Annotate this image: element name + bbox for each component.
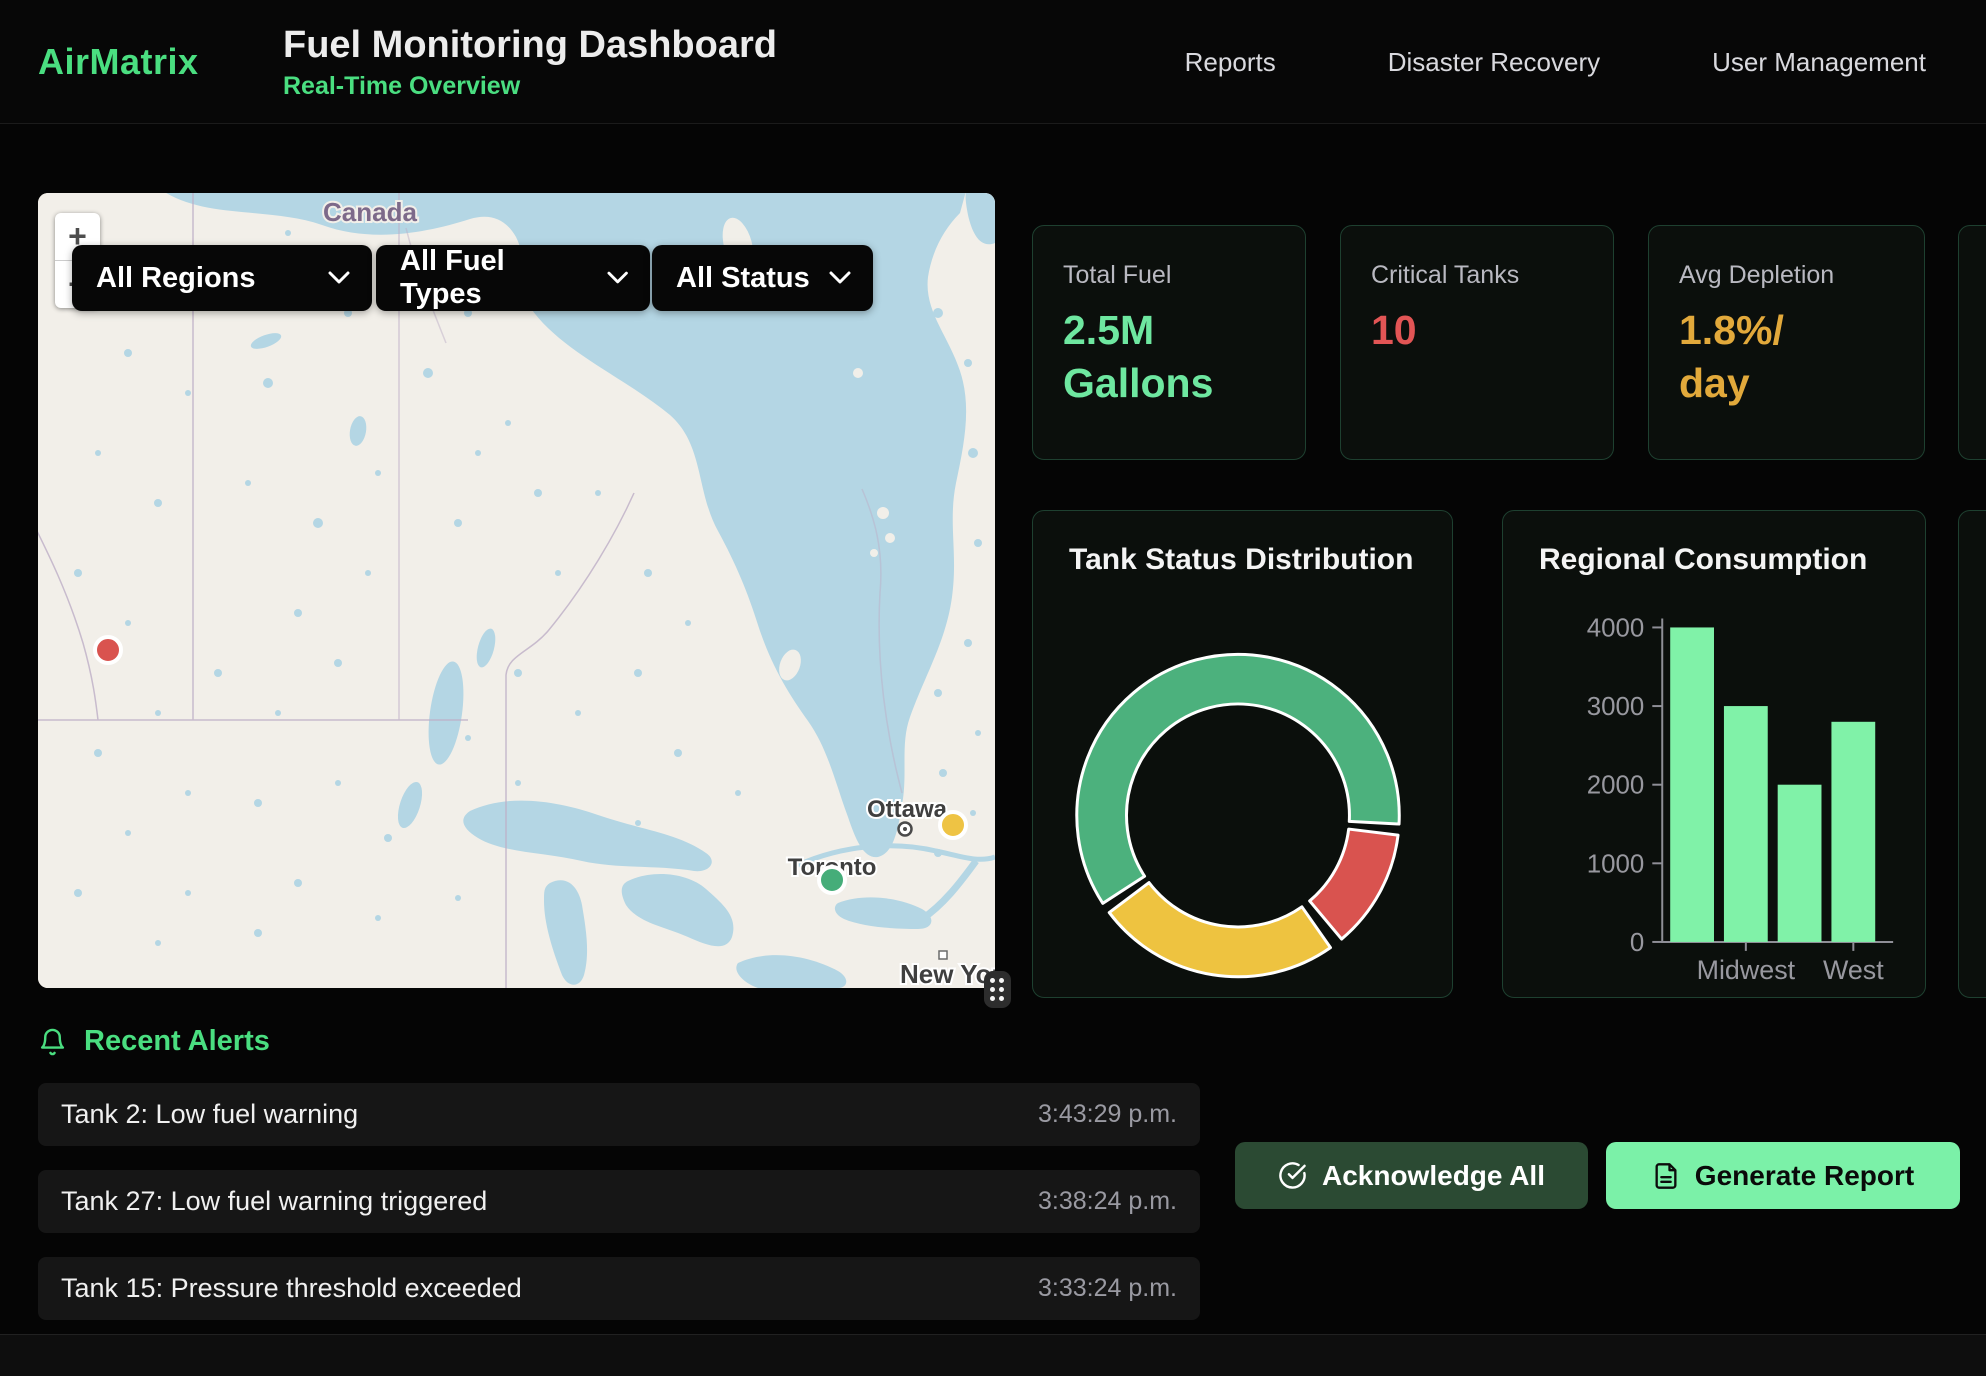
generate-report-button[interactable]: Generate Report <box>1606 1142 1960 1209</box>
bell-icon <box>38 1026 67 1058</box>
fuel-types-filter-value: All Fuel Types <box>400 245 589 311</box>
svg-text:1000: 1000 <box>1587 850 1645 878</box>
generate-report-label: Generate Report <box>1695 1160 1914 1192</box>
map-label-ottawa: Ottawa <box>867 796 948 823</box>
map-panel: Canada Ottawa Toronto New York + − All R… <box>38 193 995 988</box>
map-canvas[interactable]: Canada Ottawa Toronto New York <box>38 193 995 988</box>
nav-reports[interactable]: Reports <box>1185 47 1276 78</box>
file-text-icon <box>1652 1161 1680 1191</box>
chevron-down-icon <box>607 271 628 285</box>
regions-filter-dropdown[interactable]: All Regions <box>72 245 372 311</box>
acknowledge-all-label: Acknowledge All <box>1322 1160 1545 1192</box>
stat-value-total-fuel: 2.5M Gallons <box>1063 304 1275 411</box>
map-resize-handle[interactable] <box>984 971 1011 1008</box>
stat-value-critical-tanks: 10 <box>1371 304 1583 357</box>
chevron-down-icon <box>829 271 851 285</box>
status-filter-dropdown[interactable]: All Status <box>652 245 873 311</box>
tank-marker-critical[interactable] <box>95 637 121 663</box>
alert-row[interactable]: Tank 15: Pressure threshold exceeded 3:3… <box>38 1257 1200 1320</box>
chevron-down-icon <box>328 271 350 285</box>
svg-text:3000: 3000 <box>1587 693 1645 721</box>
check-circle-icon <box>1278 1161 1307 1190</box>
status-filter-value: All Status <box>676 262 810 295</box>
alert-timestamp: 3:33:24 p.m. <box>1038 1274 1177 1303</box>
regional-consumption-bar-chart: 0 1000 2000 3000 4000 Midwest West <box>1503 511 1925 997</box>
tank-status-donut-chart <box>1033 511 1452 997</box>
nav-disaster-recovery[interactable]: Disaster Recovery <box>1388 47 1600 78</box>
alert-row[interactable]: Tank 27: Low fuel warning triggered 3:38… <box>38 1170 1200 1233</box>
recent-alerts-header: Recent Alerts <box>38 1025 270 1058</box>
tank-status-card: Tank Status Distribution <box>1032 510 1453 998</box>
donut-segment-critical <box>1310 829 1398 939</box>
nav-user-management[interactable]: User Management <box>1712 47 1926 78</box>
tank-marker-warning[interactable] <box>940 812 966 838</box>
map-filter-bar: All Regions All Fuel Types All Status <box>38 245 995 311</box>
stat-card-avg-depletion: Avg Depletion 1.8%/ day <box>1648 225 1925 460</box>
map-label-canada: Canada <box>323 197 417 227</box>
stat-card-critical-tanks: Critical Tanks 10 <box>1340 225 1614 460</box>
stat-card-total-fuel: Total Fuel 2.5M Gallons <box>1032 225 1306 460</box>
footer-bar <box>0 1334 1986 1376</box>
clipped-chart-card <box>1958 510 1986 998</box>
clipped-stat-card <box>1958 225 1986 460</box>
page-subtitle: Real-Time Overview <box>283 72 777 101</box>
svg-text:Midwest: Midwest <box>1697 955 1796 985</box>
main-nav: Reports Disaster Recovery User Managemen… <box>1185 0 1926 124</box>
svg-text:2000: 2000 <box>1587 772 1645 800</box>
alert-text: Tank 27: Low fuel warning triggered <box>61 1186 487 1217</box>
stat-label: Total Fuel <box>1063 261 1275 290</box>
regions-filter-value: All Regions <box>96 262 256 295</box>
stat-label: Critical Tanks <box>1371 261 1583 290</box>
regional-consumption-card: Regional Consumption 01000200030004000Mi… <box>1502 510 1926 998</box>
tank-marker-normal[interactable] <box>819 867 845 893</box>
alert-row[interactable]: Tank 2: Low fuel warning 3:43:29 p.m. <box>38 1083 1200 1146</box>
recent-alerts-title: Recent Alerts <box>84 1025 270 1058</box>
fuel-monitoring-dashboard: AirMatrix Fuel Monitoring Dashboard Real… <box>0 0 1986 1376</box>
donut-segment-warning <box>1109 883 1330 977</box>
page-title: Fuel Monitoring Dashboard <box>283 24 777 67</box>
alert-text: Tank 2: Low fuel warning <box>61 1099 358 1130</box>
title-block: Fuel Monitoring Dashboard Real-Time Over… <box>283 0 777 124</box>
svg-text:0: 0 <box>1630 929 1644 957</box>
acknowledge-all-button[interactable]: Acknowledge All <box>1235 1142 1588 1209</box>
brand-logo: AirMatrix <box>38 0 199 124</box>
stat-value-avg-depletion: 1.8%/ day <box>1679 304 1894 411</box>
header: AirMatrix Fuel Monitoring Dashboard Real… <box>0 0 1986 124</box>
fuel-types-filter-dropdown[interactable]: All Fuel Types <box>376 245 650 311</box>
svg-text:West: West <box>1823 955 1884 985</box>
map-label-new-york: New York <box>900 959 995 988</box>
alert-timestamp: 3:38:24 p.m. <box>1038 1187 1177 1216</box>
alert-text: Tank 15: Pressure threshold exceeded <box>61 1273 522 1304</box>
alert-timestamp: 3:43:29 p.m. <box>1038 1100 1177 1129</box>
stat-label: Avg Depletion <box>1679 261 1894 290</box>
svg-text:4000: 4000 <box>1587 614 1645 642</box>
